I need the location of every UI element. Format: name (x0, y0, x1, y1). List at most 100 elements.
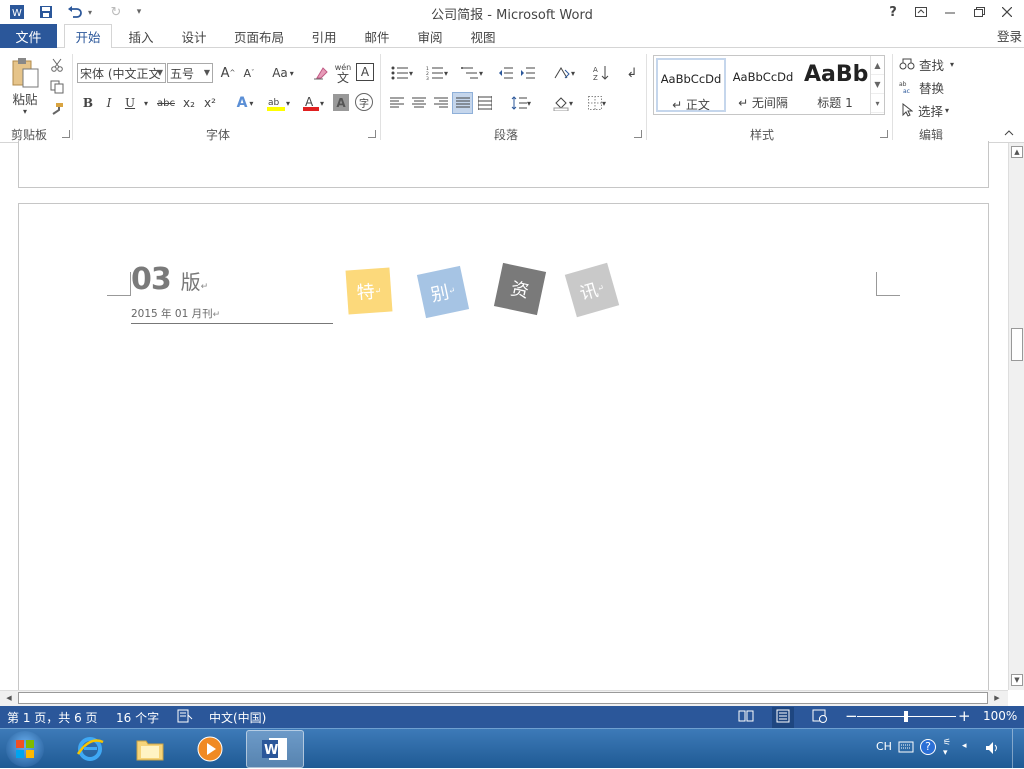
select-button[interactable]: 选择 ▾ (901, 101, 961, 119)
align-right-icon[interactable] (431, 93, 451, 113)
tab-home[interactable]: 开始 (64, 24, 112, 49)
scroll-right-icon[interactable]: ▶ (991, 692, 1003, 704)
shading-icon[interactable]: ▾ (548, 93, 578, 113)
enclose-characters-button[interactable]: 字 (355, 93, 373, 111)
change-case-button[interactable]: Aa ▾ (268, 63, 298, 83)
show-hide-marks-icon[interactable]: ↲ (622, 63, 642, 83)
multilevel-list-icon[interactable]: ▾ (456, 63, 488, 83)
scroll-left-icon[interactable]: ◀ (3, 692, 15, 704)
close-button[interactable] (993, 2, 1021, 22)
paste-icon[interactable] (8, 56, 42, 88)
align-center-icon[interactable] (409, 93, 429, 113)
font-name-combo[interactable]: 宋体 (中文正文 ▼ (77, 63, 166, 83)
tab-view[interactable]: 视图 (461, 24, 505, 48)
align-left-icon[interactable] (387, 93, 407, 113)
restore-button[interactable] (965, 2, 993, 22)
underline-dropdown-icon[interactable]: ▾ (141, 93, 151, 113)
volume-icon[interactable] (985, 741, 1001, 758)
scroll-thumb[interactable] (1011, 328, 1023, 361)
find-button[interactable]: 查找 ▾ (899, 55, 961, 73)
zoom-slider-thumb[interactable] (904, 711, 908, 722)
grow-font-button[interactable]: A ^ (218, 63, 238, 83)
internet-explorer-icon[interactable] (70, 732, 110, 766)
print-layout-icon[interactable] (772, 707, 794, 728)
gallery-more-icon[interactable]: ▾ (871, 94, 884, 113)
horizontal-scroll-thumb[interactable] (18, 692, 988, 704)
line-spacing-icon[interactable]: ▾ (506, 93, 536, 113)
minimize-button[interactable] (936, 2, 964, 22)
text-effects-icon[interactable]: A ▾ (232, 93, 258, 113)
increase-indent-icon[interactable] (518, 63, 538, 83)
shrink-font-button[interactable]: Aˇ (240, 63, 258, 83)
bold-button[interactable]: B (79, 93, 97, 113)
scroll-up-icon[interactable]: ▲ (1011, 146, 1023, 158)
media-player-icon[interactable] (190, 732, 230, 766)
gallery-up-icon[interactable]: ▲ (871, 56, 884, 75)
strikethrough-button[interactable]: abc (154, 93, 178, 113)
file-explorer-icon[interactable] (130, 732, 170, 766)
tab-page-layout[interactable]: 页面布局 (225, 24, 293, 48)
sort-icon[interactable]: AZ (590, 63, 612, 83)
gallery-down-icon[interactable]: ▼ (871, 75, 884, 94)
italic-button[interactable]: I (100, 93, 118, 113)
zoom-in-button[interactable]: + (958, 707, 971, 725)
language-status[interactable]: 中文(中国) (209, 709, 266, 726)
tab-references[interactable]: 引用 (302, 24, 346, 48)
help-button[interactable]: ? (879, 2, 907, 22)
numbering-icon[interactable]: 1 2 3 ▾ (421, 63, 453, 83)
asian-layout-icon[interactable]: ▾ (548, 63, 580, 83)
styles-launcher-icon[interactable] (880, 130, 888, 138)
style-no-spacing[interactable]: AaBbCcDd ↵ 无间隔 (728, 58, 798, 112)
tab-design[interactable]: 设计 (172, 24, 216, 48)
web-layout-icon[interactable] (812, 709, 828, 726)
horizontal-scrollbar[interactable]: ◀ ▶ (0, 690, 1008, 706)
word-taskbar-button[interactable]: W (246, 730, 304, 768)
paste-button[interactable]: 粘贴 (8, 90, 42, 107)
style-heading-1[interactable]: AaBb 标题 1 (800, 58, 870, 112)
character-shading-icon[interactable]: A (333, 94, 349, 111)
document-area[interactable]: 03 版↵ 2015 年 01 月刊↵ 特 ↵ 别 ↵ 资 讯 ↵ (0, 141, 1008, 703)
page-count[interactable]: 第 1 页，共 6 页 (7, 709, 98, 726)
help-circle-icon[interactable]: ? (920, 739, 936, 755)
tray-expand-icon[interactable]: ◂ (962, 741, 967, 751)
justify-icon[interactable] (452, 92, 473, 114)
zoom-slider[interactable] (857, 711, 956, 722)
highlight-color-icon[interactable]: ab ▾ (262, 93, 294, 113)
tab-review[interactable]: 审阅 (408, 24, 452, 48)
distributed-icon[interactable] (475, 93, 495, 113)
font-launcher-icon[interactable] (368, 130, 376, 138)
sign-in-link[interactable]: 登录 (997, 26, 1022, 45)
font-size-combo[interactable]: 五号 ▼ (167, 63, 213, 83)
tab-file[interactable]: 文件 (0, 24, 57, 48)
copy-icon[interactable] (48, 78, 66, 96)
gallery-scroll[interactable]: ▲ ▼ ▾ (870, 56, 884, 114)
chevron-down-icon[interactable]: ▼ (204, 68, 210, 77)
superscript-button[interactable]: x² (201, 93, 219, 113)
format-painter-icon[interactable] (48, 100, 66, 118)
paste-dropdown-icon[interactable]: ▾ (20, 106, 30, 116)
scroll-down-icon[interactable]: ▼ (1011, 674, 1023, 686)
clear-formatting-icon[interactable] (312, 63, 330, 83)
paragraph-launcher-icon[interactable] (634, 130, 642, 138)
cut-icon[interactable] (48, 56, 66, 74)
subscript-button[interactable]: x₂ (180, 93, 198, 113)
tab-mailings[interactable]: 邮件 (355, 24, 399, 48)
style-normal[interactable]: AaBbCcDd ↵ 正文 (656, 58, 726, 112)
clipboard-launcher-icon[interactable] (62, 130, 70, 138)
character-border-button[interactable]: A (356, 63, 374, 81)
replace-button[interactable]: ab ac 替换 (899, 78, 949, 96)
bullets-icon[interactable]: ▾ (386, 63, 418, 83)
tab-insert[interactable]: 插入 (119, 24, 163, 48)
borders-icon[interactable]: ▾ (582, 93, 612, 113)
phonetic-guide-button[interactable]: wén 文 (333, 61, 353, 85)
chevron-down-icon[interactable]: ▼ (157, 68, 163, 77)
collapse-ribbon-icon[interactable] (1002, 126, 1016, 140)
document-page[interactable]: 03 版↵ 2015 年 01 月刊↵ 特 ↵ 别 ↵ 资 讯 ↵ (18, 203, 989, 703)
keyboard-icon[interactable] (898, 741, 914, 756)
read-mode-icon[interactable] (738, 709, 754, 726)
start-button[interactable] (6, 731, 44, 767)
vertical-scrollbar[interactable]: ▲ ▼ (1008, 143, 1024, 690)
zoom-out-button[interactable]: − (845, 707, 858, 725)
ime-indicator[interactable]: CH (876, 740, 892, 753)
proofing-icon[interactable] (177, 709, 193, 726)
